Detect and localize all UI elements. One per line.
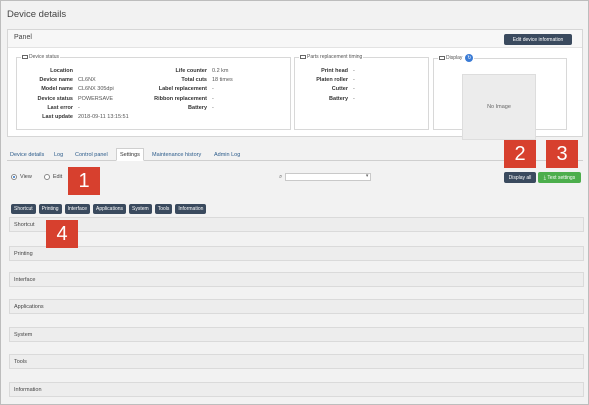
tab-bar: Device details Log Control panel Setting… [7, 148, 583, 161]
status-value: POWERSAVE [78, 95, 114, 102]
view-label: View [20, 174, 32, 180]
status-value: CL6NX 305dpi [78, 86, 114, 93]
status-row: Life counter 0.2 km [147, 68, 229, 74]
callout-badge-4: 4 [46, 220, 78, 248]
status-row: Last update 2018-09-11 13:15:51 [21, 114, 129, 120]
no-image-text: No Image [487, 104, 511, 110]
status-key: Last update [42, 114, 73, 120]
section-information[interactable]: Information [9, 382, 584, 397]
status-row: Device status POWERSAVE [21, 95, 114, 102]
device-panel: Panel Edit device information Device sta… [7, 29, 583, 140]
tab-maintenance-history[interactable]: Maintenance history [149, 148, 204, 161]
section-shortcut[interactable]: Shortcut [9, 217, 584, 232]
category-button-printing[interactable]: Printing [38, 204, 62, 214]
status-value: - [353, 95, 355, 102]
status-row: Total cuts 18 times [147, 77, 233, 84]
status-row: Label replacement - [147, 86, 214, 92]
display-legend: Display [446, 55, 463, 61]
callout-badge-2: 2 [504, 140, 536, 168]
status-row: Ribbon replacement - [147, 96, 214, 102]
status-row: Battery - [147, 105, 214, 111]
status-key: Label replacement [158, 86, 207, 93]
mode-toggle: View Edit [11, 174, 62, 180]
status-row: Platen roller - [303, 77, 355, 83]
text-settings-label: Text settings [547, 174, 576, 181]
text-settings-button[interactable]: ⤓ Text settings [538, 172, 581, 183]
status-value: CL6NX [78, 77, 96, 84]
status-value: - [212, 95, 214, 102]
status-key: Ribbon replacement [154, 95, 207, 102]
category-button-row: Shortcut Printing Interface Applications… [11, 204, 207, 214]
monitor-icon [439, 56, 445, 60]
display-all-button[interactable]: Display all [504, 172, 536, 183]
status-key: Location [50, 68, 73, 74]
section-applications[interactable]: Applications [9, 299, 584, 314]
tab-log[interactable]: Log [51, 148, 66, 161]
status-row: Device name CL6NX [21, 77, 96, 84]
panel-title: Panel [14, 34, 32, 41]
category-button-information[interactable]: Information [175, 204, 207, 214]
status-key: Total cuts [181, 77, 207, 84]
status-key: Life counter [175, 68, 207, 74]
category-button-interface[interactable]: Interface [64, 204, 91, 214]
display-group: Display ↻ No Image [433, 54, 567, 140]
category-button-system[interactable]: System [129, 204, 152, 214]
device-status-legend: Device status [29, 54, 60, 60]
parts-replacement-group: Parts replacement timing Print head - Plat… [294, 54, 429, 130]
status-value: - [353, 77, 355, 84]
status-key: Battery [329, 95, 348, 102]
status-key: Print head [321, 68, 348, 74]
panel-header: Panel Edit device information [8, 30, 582, 48]
status-value: - [212, 86, 214, 93]
setting-select[interactable] [285, 173, 372, 181]
callout-badge-3: 3 [546, 140, 578, 168]
status-value: - [353, 86, 355, 93]
section-interface[interactable]: Interface [9, 272, 584, 287]
tab-settings[interactable]: Settings [116, 148, 144, 161]
status-value: 0.2 km [212, 68, 229, 74]
edit-radio[interactable] [43, 174, 50, 180]
status-row: Battery - [303, 96, 355, 102]
status-row: Print head - [303, 68, 355, 74]
edit-label: Edit [52, 174, 63, 180]
page-title: Device details [7, 9, 67, 20]
status-key: Platen roller [316, 77, 348, 84]
device-status-group: Device status Location Device name CL6NX Mo… [16, 54, 291, 130]
display-preview: No Image [462, 74, 536, 140]
callout-badge-1: 1 [68, 167, 100, 195]
category-button-tools[interactable]: Tools [154, 204, 173, 214]
status-row: Location [21, 68, 78, 74]
refresh-icon[interactable]: ↻ [465, 54, 474, 62]
app-frame: Device details Panel Edit device informa… [0, 0, 589, 405]
tab-control-panel[interactable]: Control panel [72, 148, 111, 161]
parts-legend: Parts replacement timing [307, 54, 363, 60]
status-value: - [212, 104, 214, 111]
status-key: Cutter [331, 86, 348, 93]
setting-filter: ⌕ [279, 173, 372, 181]
status-value: 2018-09-11 13:15:51 [78, 114, 129, 120]
status-value: 18 times [212, 77, 233, 84]
section-printing[interactable]: Printing [9, 246, 584, 261]
status-key: Last error [47, 104, 73, 111]
info-icon [22, 55, 28, 59]
status-row: Last error - [21, 105, 80, 111]
tab-admin-log[interactable]: Admin Log [211, 148, 243, 161]
section-tools[interactable]: Tools [9, 354, 584, 369]
search-icon: ⌕ [279, 173, 283, 180]
category-button-applications[interactable]: Applications [93, 204, 127, 214]
status-key: Battery [188, 104, 207, 111]
status-row: Model name CL6NX 305dpi [21, 86, 114, 92]
edit-device-information-button[interactable]: Edit device information [504, 34, 572, 45]
status-value: - [78, 104, 80, 111]
status-key: Device name [39, 77, 73, 84]
tab-device-details[interactable]: Device details [7, 148, 47, 161]
section-system[interactable]: System [9, 327, 584, 342]
status-value: - [353, 68, 355, 74]
view-radio[interactable] [11, 174, 17, 180]
status-key: Device status [37, 95, 73, 102]
status-key: Model name [41, 86, 73, 93]
chart-icon [300, 55, 306, 59]
status-row: Cutter - [303, 86, 355, 92]
category-button-shortcut[interactable]: Shortcut [11, 204, 36, 214]
